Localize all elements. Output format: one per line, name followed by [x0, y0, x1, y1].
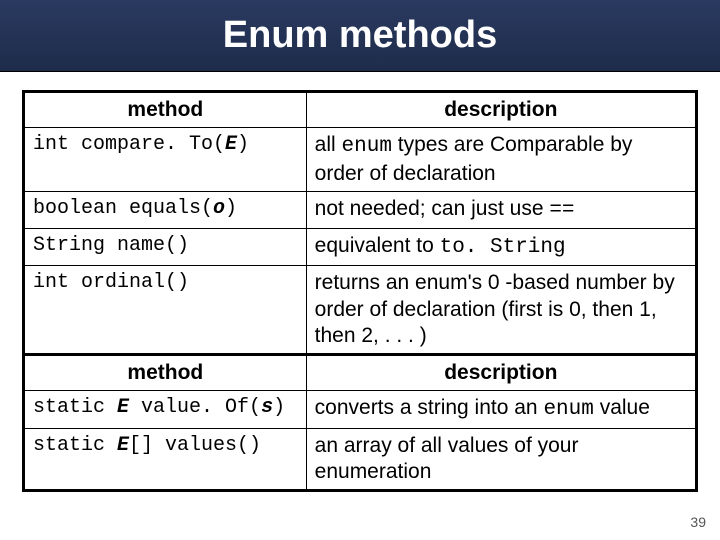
header-description: description — [306, 355, 696, 391]
desc-cell: not needed; can just use == — [306, 191, 696, 228]
method-cell: int compare. To(E) — [24, 128, 307, 192]
table-header-row: method description — [24, 355, 697, 391]
header-method: method — [24, 92, 307, 128]
desc-cell: returns an enum's 0 -based number by ord… — [306, 266, 696, 355]
method-cell: static E[] values() — [24, 428, 307, 491]
desc-cell: an array of all values of your enumerati… — [306, 428, 696, 491]
table-row: static E value. Of(s) converts a string … — [24, 391, 697, 428]
table-row: static E[] values() an array of all valu… — [24, 428, 697, 491]
title-bar: Enum methods — [0, 0, 720, 72]
table-header-row: method description — [24, 92, 697, 128]
table-row: String name() equivalent to to. String — [24, 229, 697, 266]
header-description: description — [306, 92, 696, 128]
table-row: int ordinal() returns an enum's 0 -based… — [24, 266, 697, 355]
slide-title: Enum methods — [223, 14, 497, 57]
method-cell: boolean equals(o) — [24, 191, 307, 228]
method-cell: String name() — [24, 229, 307, 266]
desc-cell: equivalent to to. String — [306, 229, 696, 266]
table-row: boolean equals(o) not needed; can just u… — [24, 191, 697, 228]
table-row: int compare. To(E) all enum types are Co… — [24, 128, 697, 192]
page-number: 39 — [690, 514, 706, 530]
methods-table: method description int compare. To(E) al… — [22, 90, 698, 492]
method-cell: static E value. Of(s) — [24, 391, 307, 428]
header-method: method — [24, 355, 307, 391]
desc-cell: all enum types are Comparable by order o… — [306, 128, 696, 192]
desc-cell: converts a string into an enum value — [306, 391, 696, 428]
content-area: method description int compare. To(E) al… — [0, 72, 720, 492]
method-cell: int ordinal() — [24, 266, 307, 355]
